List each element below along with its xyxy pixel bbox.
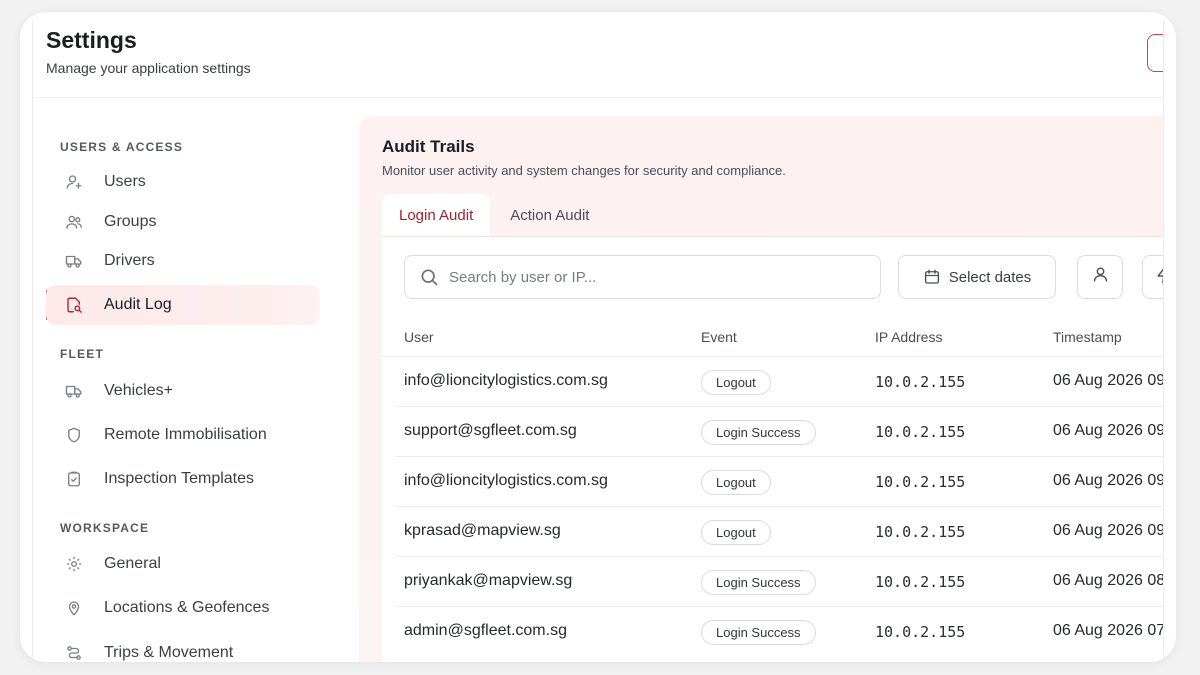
table-row[interactable]: admin@sgfleet.com.sg Login Success 10.0.…	[396, 607, 1164, 657]
audit-log-icon	[64, 295, 84, 315]
sidebar-item-locations-geofences[interactable]: Locations & Geofences	[46, 588, 320, 628]
truck-icon	[64, 381, 84, 401]
sidebar-item-label: Users	[104, 173, 146, 190]
clipboard-check-icon	[64, 469, 84, 489]
section-label-users-access: USERS & ACCESS	[60, 140, 184, 154]
content-subtitle: Monitor user activity and system changes…	[382, 163, 786, 178]
login-audit-table-panel: Select dates User Event IP Address	[382, 236, 1164, 662]
section-label-fleet: FLEET	[60, 347, 104, 361]
sidebar-item-label: Remote Immobilisation	[104, 426, 267, 443]
sidebar-item-label: Vehicles+	[104, 382, 173, 399]
sidebar-item-label: Trips & Movement	[104, 644, 234, 661]
sidebar-item-vehicles[interactable]: Vehicles+	[46, 371, 320, 411]
search-icon	[419, 267, 439, 287]
user-filter-button[interactable]	[1077, 255, 1123, 299]
select-dates-button[interactable]: Select dates	[898, 255, 1056, 299]
calendar-icon	[923, 268, 941, 286]
cell-ip: 10.0.2.155	[875, 423, 966, 441]
lightning-icon	[1155, 265, 1163, 289]
sidebar-item-general[interactable]: General	[46, 544, 320, 584]
search-box[interactable]	[404, 255, 881, 299]
sidebar-item-label: Locations & Geofences	[104, 599, 270, 616]
settings-sidebar: USERS & ACCESS Users Groups Drivers Audi…	[33, 98, 333, 662]
event-badge: Logout	[701, 470, 771, 495]
sidebar-item-trips-movement[interactable]: Trips & Movement	[46, 633, 320, 662]
cell-ip: 10.0.2.155	[875, 623, 966, 641]
content-title: Audit Trails	[382, 137, 475, 156]
page-subtitle: Manage your application settings	[46, 60, 251, 76]
cell-timestamp: 06 Aug 2026 07	[1053, 622, 1164, 639]
event-badge: Logout	[701, 370, 771, 395]
column-header-event: Event	[701, 329, 737, 345]
sidebar-item-label: Audit Log	[104, 296, 172, 313]
user-plus-icon	[64, 172, 84, 192]
shield-icon	[64, 425, 84, 445]
table-header: User Event IP Address Timestamp	[382, 317, 1163, 357]
sidebar-item-label: Drivers	[104, 252, 155, 269]
event-badge: Logout	[701, 520, 771, 545]
window-frame: Settings Manage your application setting…	[20, 12, 1176, 662]
event-badge: Login Success	[701, 620, 816, 645]
sidebar-item-audit-log[interactable]: Audit Log	[46, 285, 320, 325]
page-header: Settings Manage your application setting…	[33, 20, 1163, 98]
cell-timestamp: 06 Aug 2026 09	[1053, 522, 1164, 539]
cell-user: info@lioncitylogistics.com.sg	[404, 472, 608, 489]
cell-ip: 10.0.2.155	[875, 373, 966, 391]
audit-trails-panel: Audit Trails Monitor user activity and s…	[359, 116, 1164, 662]
cell-timestamp: 06 Aug 2026 08	[1053, 572, 1164, 589]
audit-tabs: Login Audit Action Audit	[382, 194, 606, 236]
sidebar-item-inspection-templates[interactable]: Inspection Templates	[46, 459, 320, 499]
app-window: Settings Manage your application setting…	[32, 20, 1164, 662]
event-filter-button[interactable]	[1142, 255, 1163, 299]
column-header-timestamp: Timestamp	[1053, 329, 1122, 345]
truck-icon	[64, 251, 84, 271]
cell-user: admin@sgfleet.com.sg	[404, 622, 567, 639]
table-row[interactable]: priyankak@mapview.sg Login Success 10.0.…	[396, 557, 1164, 607]
sidebar-item-label: Groups	[104, 213, 157, 230]
page-title: Settings	[46, 27, 137, 53]
tab-action-audit[interactable]: Action Audit	[493, 194, 606, 236]
users-icon	[64, 212, 84, 232]
cell-timestamp: 06 Aug 2026 09	[1053, 422, 1164, 439]
cell-ip: 10.0.2.155	[875, 573, 966, 591]
tab-login-audit[interactable]: Login Audit	[382, 194, 491, 236]
table-row[interactable]: kprasad@mapview.sg Logout 10.0.2.155 06 …	[396, 507, 1164, 557]
table-row[interactable]: support@sgfleet.com.sg Login Success 10.…	[396, 407, 1164, 457]
table-row[interactable]: info@lioncitylogistics.com.sg Logout 10.…	[396, 457, 1164, 507]
cell-user: support@sgfleet.com.sg	[404, 422, 577, 439]
user-icon	[1091, 265, 1110, 289]
sidebar-item-users[interactable]: Users	[46, 162, 320, 202]
section-label-workspace: WORKSPACE	[60, 521, 150, 535]
event-badge: Login Success	[701, 570, 816, 595]
cell-ip: 10.0.2.155	[875, 473, 966, 491]
table-row[interactable]: info@lioncitylogistics.com.sg Logout 10.…	[396, 357, 1164, 407]
column-header-user: User	[404, 329, 434, 345]
column-header-ip: IP Address	[875, 329, 943, 345]
sidebar-item-groups[interactable]: Groups	[46, 202, 320, 242]
cell-user: info@lioncitylogistics.com.sg	[404, 372, 608, 389]
gear-icon	[64, 554, 84, 574]
sidebar-item-label: Inspection Templates	[104, 470, 255, 487]
cell-user: priyankak@mapview.sg	[404, 572, 573, 589]
cell-user: kprasad@mapview.sg	[404, 522, 561, 539]
sidebar-item-remote-immobilisation[interactable]: Remote Immobilisation	[46, 415, 320, 455]
select-dates-label: Select dates	[948, 268, 1032, 286]
event-badge: Login Success	[701, 420, 816, 445]
cell-timestamp: 06 Aug 2026 09	[1053, 372, 1164, 389]
route-icon	[64, 643, 84, 662]
header-action-button[interactable]	[1147, 34, 1163, 72]
search-input[interactable]	[449, 268, 849, 286]
cell-timestamp: 06 Aug 2026 09	[1053, 472, 1164, 489]
map-pin-icon	[64, 598, 84, 618]
cell-ip: 10.0.2.155	[875, 523, 966, 541]
sidebar-item-drivers[interactable]: Drivers	[46, 241, 320, 281]
sidebar-item-label: General	[104, 555, 161, 572]
